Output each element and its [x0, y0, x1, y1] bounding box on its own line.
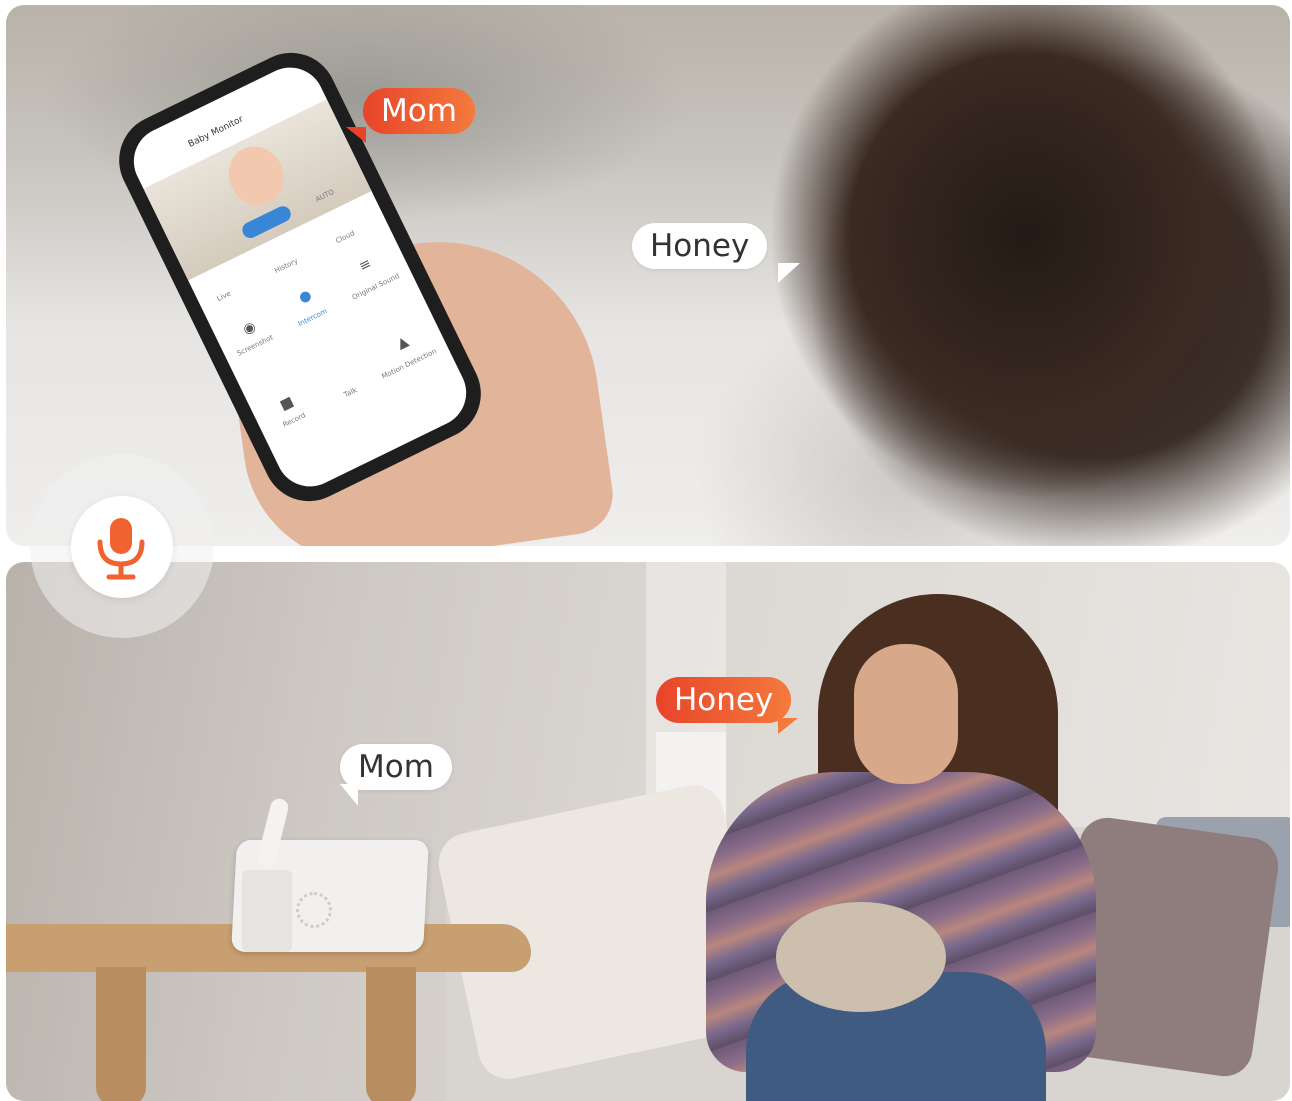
monitor-stand: [242, 870, 292, 952]
control-screenshot: Screenshot: [235, 333, 275, 358]
speech-bubble-mom-top: Mom: [363, 88, 475, 134]
baby-image: [218, 137, 294, 215]
speech-bubble-honey-top: Honey: [632, 223, 768, 269]
knitting: [776, 902, 946, 1012]
bottom-photo-panel: Mom Honey: [6, 562, 1290, 1101]
mother-silhouette: [726, 5, 1290, 546]
control-original-sound: Original Sound: [350, 271, 401, 302]
live-video-feed: [143, 99, 372, 281]
video-record-icon: ■: [277, 393, 297, 414]
woman-face: [854, 644, 958, 784]
bubble-tail: [340, 784, 358, 806]
sound-wave-icon: ≡: [356, 255, 375, 275]
tab-live: Live: [215, 289, 233, 304]
camera-icon: ◉: [240, 318, 259, 339]
control-intercom: Intercom: [296, 307, 329, 328]
speaker-grille-icon: [296, 892, 332, 928]
bubble-tail: [346, 127, 366, 143]
control-motion-detection: Motion Detection: [380, 347, 438, 381]
tab-history: History: [273, 256, 300, 275]
microphone-icon: ●: [296, 286, 315, 307]
table-leg: [366, 967, 416, 1101]
table-leg: [96, 967, 146, 1101]
top-photo-panel: Baby Monitor AUTO Live History Cloud ◉ S…: [6, 5, 1290, 546]
bubble-tail: [778, 263, 800, 283]
control-record: Record: [281, 411, 307, 429]
control-talk: Talk: [342, 386, 359, 400]
tab-cloud: Cloud: [334, 229, 356, 246]
bubble-tail: [778, 718, 798, 734]
speech-bubble-honey-bottom: Honey: [656, 677, 792, 723]
microphone-icon: [97, 518, 145, 580]
motion-person-icon: ▲: [394, 333, 411, 353]
